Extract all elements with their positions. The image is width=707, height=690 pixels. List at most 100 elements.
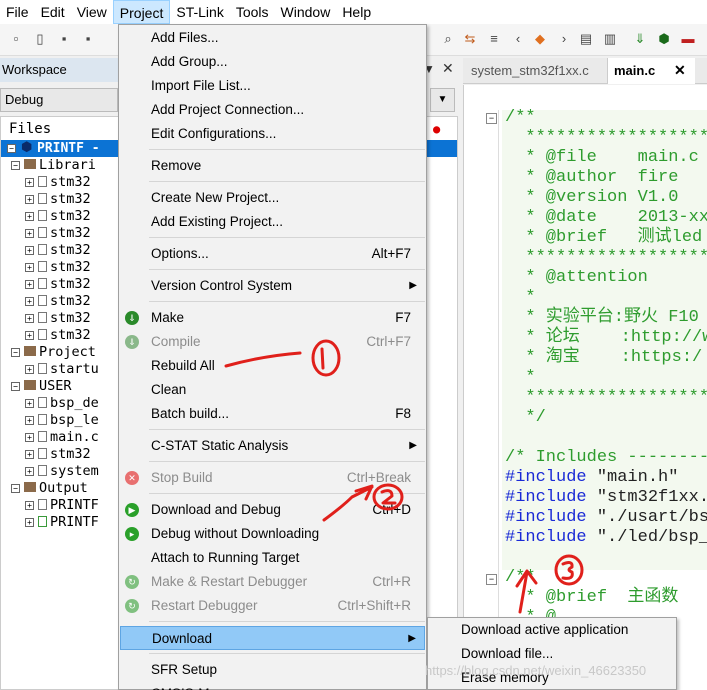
menu-item-clean[interactable]: Clean [120, 378, 425, 402]
expand-icon[interactable]: + [25, 518, 34, 527]
tree-file[interactable]: + PRINTF [25, 497, 99, 514]
menu-item-batch-build[interactable]: Batch build... F8 [120, 402, 425, 426]
menu-item-options[interactable]: Options... Alt+F7 [120, 242, 425, 266]
tree-file[interactable]: + stm32 [25, 225, 91, 242]
tab-system-stm32f1xx[interactable]: system_stm32f1xx.c [465, 58, 603, 84]
expand-icon[interactable]: + [25, 263, 34, 272]
expand-icon[interactable]: + [25, 399, 34, 408]
collapse-icon[interactable]: − [7, 144, 16, 153]
tree-folder[interactable]: − Librari [11, 157, 96, 174]
expand-icon[interactable]: + [25, 416, 34, 425]
forward-icon[interactable]: › [556, 31, 572, 47]
menu-item-make[interactable]: ⇓ Make F7 [120, 306, 425, 330]
open-file-icon[interactable]: ▯ [32, 31, 48, 47]
menu-item-add-files[interactable]: Add Files... [120, 26, 425, 50]
tree-folder[interactable]: − Project [11, 344, 96, 361]
menu-item-add-project-connection[interactable]: Add Project Connection... [120, 98, 425, 122]
menu-view[interactable]: View [71, 0, 113, 24]
tree-file[interactable]: + stm32 [25, 327, 91, 344]
tree-file[interactable]: + bsp_le [25, 412, 99, 429]
expand-icon[interactable]: + [25, 195, 34, 204]
menu-item-create-new-project[interactable]: Create New Project... [120, 186, 425, 210]
menu-item-sfr-setup[interactable]: SFR Setup [120, 658, 425, 682]
menu-item-cmsis-m[interactable]: CMSIS-M [120, 682, 425, 690]
collapse-icon[interactable]: − [11, 161, 20, 170]
configuration-select[interactable]: Debug [0, 88, 118, 112]
menu-item-stop-build[interactable]: ✕ Stop Build Ctrl+Break [120, 466, 425, 490]
tree-file[interactable]: + stm32 [25, 310, 91, 327]
expand-icon[interactable]: + [25, 501, 34, 510]
tree-file[interactable]: + stm32 [25, 174, 91, 191]
menu-project[interactable]: Project [112, 0, 171, 24]
menu-item-download-and-debug[interactable]: ▶ Download and Debug Ctrl+D [120, 498, 425, 522]
close-tab-icon[interactable]: ✕ [674, 62, 686, 79]
menu-item-restart-debugger[interactable]: ↻ Restart Debugger Ctrl+Shift+R [120, 594, 425, 618]
menu-file[interactable]: File [0, 0, 35, 24]
menu-item-remove[interactable]: Remove [120, 154, 425, 178]
tree-file[interactable]: + stm32 [25, 242, 91, 259]
tree-folder[interactable]: − USER [11, 378, 72, 395]
menu-item-version-control-system[interactable]: Version Control System ▶ [120, 274, 425, 298]
expand-icon[interactable]: + [25, 433, 34, 442]
download-icon[interactable]: ⇓ [632, 31, 648, 47]
tree-file[interactable]: + stm32 [25, 276, 91, 293]
download-active-application[interactable]: Download active application [461, 618, 628, 642]
find-icon[interactable]: ▥ [602, 31, 618, 47]
menu-item-attach-to-running-target[interactable]: Attach to Running Target [120, 546, 425, 570]
tree-file[interactable]: + PRINTF [25, 514, 99, 531]
stop-icon[interactable]: ▬ [680, 31, 696, 47]
fold-toggle-icon[interactable]: − [486, 574, 497, 585]
collapse-icon[interactable]: − [11, 382, 20, 391]
expand-icon[interactable]: + [25, 467, 34, 476]
tree-file[interactable]: + stm32 [25, 259, 91, 276]
indent-icon[interactable]: ≡ [486, 31, 502, 47]
tree-file[interactable]: + stm32 [25, 191, 91, 208]
expand-icon[interactable]: + [25, 229, 34, 238]
breakpoint-icon[interactable]: ◆ [532, 31, 548, 47]
new-file-icon[interactable]: ▫ [8, 31, 24, 47]
toggle-bookmark-icon[interactable]: ⇆ [462, 31, 478, 47]
expand-icon[interactable]: + [25, 450, 34, 459]
menu-st-link[interactable]: ST-Link [170, 0, 229, 24]
save-icon[interactable]: ▪ [56, 31, 72, 47]
menu-item-make-restart-debugger[interactable]: ↻ Make & Restart Debugger Ctrl+R [120, 570, 425, 594]
expand-icon[interactable]: + [25, 178, 34, 187]
menu-help[interactable]: Help [336, 0, 377, 24]
expand-icon[interactable]: + [25, 280, 34, 289]
menu-item-add-existing-project[interactable]: Add Existing Project... [120, 210, 425, 234]
menu-item-compile[interactable]: ⇓ Compile Ctrl+F7 [120, 330, 425, 354]
menu-item-c-stat-static-analysis[interactable]: C-STAT Static Analysis ▶ [120, 434, 425, 458]
tree-file[interactable]: + stm32 [25, 208, 91, 225]
tree-folder[interactable]: − Output [11, 480, 88, 497]
expand-icon[interactable]: + [25, 297, 34, 306]
menu-item-download[interactable]: Download ▶ [120, 626, 425, 650]
menu-item-import-file-list[interactable]: Import File List... [120, 74, 425, 98]
tree-file[interactable]: + bsp_de [25, 395, 99, 412]
goto-icon[interactable]: ▤ [578, 31, 594, 47]
expand-icon[interactable]: + [25, 331, 34, 340]
tree-file[interactable]: + system [25, 463, 99, 480]
menu-item-rebuild-all[interactable]: Rebuild All [120, 354, 425, 378]
expand-icon[interactable]: + [25, 365, 34, 374]
menu-window[interactable]: Window [275, 0, 337, 24]
save-all-icon[interactable]: ▪ [80, 31, 96, 47]
expand-icon[interactable]: + [25, 246, 34, 255]
tree-file[interactable]: + startu [25, 361, 99, 378]
menu-tools[interactable]: Tools [230, 0, 275, 24]
chevron-down-icon[interactable]: ▼ [430, 88, 455, 112]
expand-icon[interactable]: + [25, 314, 34, 323]
menu-item-add-group[interactable]: Add Group... [120, 50, 425, 74]
close-icon[interactable]: ✕ [442, 60, 454, 77]
collapse-icon[interactable]: − [11, 484, 20, 493]
back-icon[interactable]: ‹ [510, 31, 526, 47]
tree-file[interactable]: + stm32 [25, 446, 91, 463]
fold-toggle-icon[interactable]: − [486, 113, 497, 124]
debug-icon[interactable]: ⬢ [656, 31, 672, 47]
collapse-icon[interactable]: − [11, 348, 20, 357]
tree-file[interactable]: + main.c [25, 429, 99, 446]
search-icon[interactable]: ⌕ [440, 31, 456, 47]
expand-icon[interactable]: + [25, 212, 34, 221]
tree-file[interactable]: + stm32 [25, 293, 91, 310]
menu-item-debug-without-downloading[interactable]: ▸ Debug without Downloading [120, 522, 425, 546]
tab-main-c[interactable]: main.c ✕ [607, 58, 695, 84]
